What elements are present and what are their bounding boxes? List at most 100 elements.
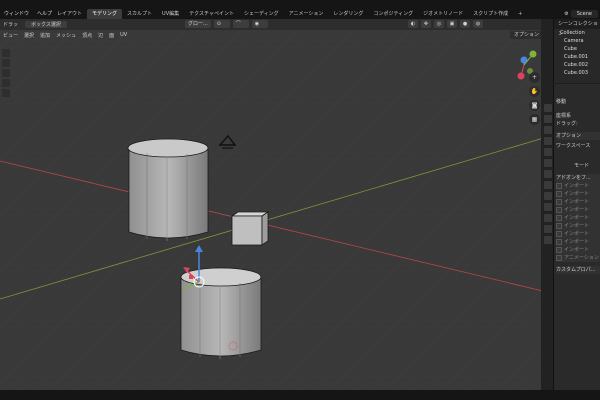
orientation-label: 座標系 <box>556 113 572 119</box>
pivot-icon[interactable]: ⊙ <box>213 20 230 28</box>
custom-properties-section[interactable]: カスタムプロパ... <box>556 266 600 274</box>
tab-compositing[interactable]: コンポジティング <box>368 9 418 19</box>
move-tool-label: 移動 <box>556 99 567 105</box>
visibility-icon[interactable]: ◐ <box>408 20 418 28</box>
menu-select[interactable]: 選択 <box>21 32 37 39</box>
menu-view[interactable]: ビュー <box>0 32 21 39</box>
modifier-tab-icon[interactable] <box>544 181 552 189</box>
addon-item[interactable]: インポート <box>556 206 600 214</box>
outliner-item-cube[interactable]: Cube <box>554 45 600 53</box>
top-bar: ウィンドウ ヘルプ レイアウト モデリング スカルプト UV編集 テクスチャペイ… <box>0 0 600 19</box>
move-tool-icon[interactable] <box>2 69 10 77</box>
tab-scripting[interactable]: スクリプト作成 <box>468 9 513 19</box>
navigation-tools: + ✋ ◙ ▦ <box>529 72 540 125</box>
tab-texture-paint[interactable]: テクスチャペイント <box>184 9 239 19</box>
output-tab-icon[interactable] <box>544 126 552 134</box>
pan-hand-icon[interactable]: ✋ <box>529 86 540 97</box>
workspace-tabs: レイアウト モデリング スカルプト UV編集 テクスチャペイント シェーディング… <box>52 9 527 19</box>
menu-window[interactable]: ウィンドウ <box>0 10 33 17</box>
tab-uv-editing[interactable]: UV編集 <box>157 9 184 19</box>
xray-icon[interactable]: ▣ <box>447 20 457 28</box>
overlay-icon[interactable]: ◎ <box>434 20 444 28</box>
mode-label: モード <box>574 163 590 169</box>
world-tab-icon[interactable] <box>544 159 552 167</box>
3d-viewport[interactable]: ドラッ ボックス選択 ビュー 選択 追加 メッシュ 頂点 辺 面 UV グロー.… <box>0 19 547 390</box>
tab-rendering[interactable]: レンダリング <box>328 9 368 19</box>
tool-tab-icon[interactable] <box>544 104 552 112</box>
menu-mesh[interactable]: メッシュ <box>53 32 79 39</box>
camera-view-icon[interactable]: ◙ <box>529 100 540 111</box>
viewport-shading-controls: ◐ ✥ ◎ ▣ ● ◍ <box>408 20 483 28</box>
gizmo-icon[interactable]: ✥ <box>421 20 431 28</box>
properties-content: 移動 座標系 ドラッグ: オプション ワークスペース モード アドオンをフ...… <box>556 86 600 274</box>
add-workspace-button[interactable]: + <box>513 9 527 19</box>
drag-label: ドラッグ: <box>556 121 578 127</box>
tab-sculpt[interactable]: スカルプト <box>122 9 157 19</box>
status-bar <box>0 390 600 400</box>
addon-item[interactable]: インポート <box>556 230 600 238</box>
viewport-canvas[interactable] <box>0 19 547 390</box>
addon-item[interactable]: インポート <box>556 246 600 254</box>
cylinder-object-2[interactable] <box>180 267 262 359</box>
constraints-tab-icon[interactable] <box>544 214 552 222</box>
viewport-center-controls: グロー... ⊙ ⌒ ◉ <box>185 20 268 28</box>
viewport-menu-row: ビュー 選択 追加 メッシュ 頂点 辺 面 UV <box>0 30 547 40</box>
addon-item[interactable]: インポート <box>556 214 600 222</box>
select-tool-icon[interactable] <box>2 49 10 57</box>
scene-tab-icon[interactable] <box>544 148 552 156</box>
particles-tab-icon[interactable] <box>544 192 552 200</box>
addon-item[interactable]: インポート <box>556 198 600 206</box>
addon-item[interactable]: インポート <box>556 222 600 230</box>
outliner-item-cube-003[interactable]: Cube.003 <box>554 69 600 77</box>
menu-face[interactable]: 面 <box>106 32 117 39</box>
outliner-item-collection[interactable]: Collection <box>554 29 600 37</box>
physics-tab-icon[interactable] <box>544 203 552 211</box>
outliner-item-cube-001[interactable]: Cube.001 <box>554 53 600 61</box>
properties-tabs <box>542 104 554 244</box>
outliner-title: シーンコレクション <box>554 19 600 37</box>
options-section[interactable]: オプション <box>556 132 600 140</box>
cursor-tool-icon[interactable] <box>2 59 10 67</box>
tab-modeling[interactable]: モデリング <box>87 9 123 19</box>
addon-item[interactable]: インポート <box>556 238 600 246</box>
render-tab-icon[interactable] <box>544 115 552 123</box>
scene-name[interactable]: Scene <box>570 9 598 18</box>
main-menu: ウィンドウ ヘルプ <box>0 9 56 18</box>
left-toolbar <box>2 49 12 97</box>
tab-geometry-nodes[interactable]: ジオメトリノード <box>418 9 468 19</box>
addons-section: アドオンをフ... インポート インポート インポート インポート インポート … <box>556 174 600 262</box>
tab-animation[interactable]: アニメーション <box>284 9 329 19</box>
object-tab-icon[interactable] <box>544 170 552 178</box>
addon-item[interactable]: アニメーション <box>556 254 600 262</box>
cube-object[interactable] <box>230 211 270 246</box>
menu-add[interactable]: 追加 <box>37 32 53 39</box>
view-layer-tab-icon[interactable] <box>544 137 552 145</box>
tool-drag-label: ドラッ <box>3 22 19 28</box>
shading-material-icon[interactable]: ◍ <box>473 20 483 28</box>
snap-icon[interactable]: ⌒ <box>232 20 249 28</box>
addon-item[interactable]: インポート <box>556 182 600 190</box>
cylinder-object-1[interactable] <box>127 138 209 241</box>
select-box-dropdown[interactable]: ボックス選択 <box>25 21 67 28</box>
properties-panel: 移動 座標系 ドラッグ: オプション ワークスペース モード アドオンをフ...… <box>544 84 600 390</box>
shading-solid-icon[interactable]: ● <box>460 20 470 28</box>
addons-header[interactable]: アドオンをフ... <box>556 174 600 182</box>
proportional-icon[interactable]: ◉ <box>251 20 268 28</box>
transform-orientation-dropdown[interactable]: グロー... <box>185 20 211 28</box>
zoom-icon[interactable]: + <box>529 72 540 83</box>
menu-vertex[interactable]: 頂点 <box>79 32 95 39</box>
data-tab-icon[interactable] <box>544 225 552 233</box>
addon-item[interactable]: インポート <box>556 190 600 198</box>
rotate-tool-icon[interactable] <box>2 79 10 87</box>
scale-tool-icon[interactable] <box>2 89 10 97</box>
tab-layout[interactable]: レイアウト <box>52 9 87 19</box>
tab-shading[interactable]: シェーディング <box>239 9 284 19</box>
floor-grid <box>0 19 547 390</box>
grid-view-icon[interactable]: ▦ <box>529 114 540 125</box>
options-dropdown[interactable]: オプション <box>509 31 543 39</box>
menu-edge[interactable]: 辺 <box>95 32 106 39</box>
workspace-section[interactable]: ワークスペース <box>556 142 600 150</box>
menu-uv[interactable]: UV <box>117 32 130 38</box>
outliner-item-cube-002[interactable]: Cube.002 <box>554 61 600 69</box>
material-tab-icon[interactable] <box>544 236 552 244</box>
